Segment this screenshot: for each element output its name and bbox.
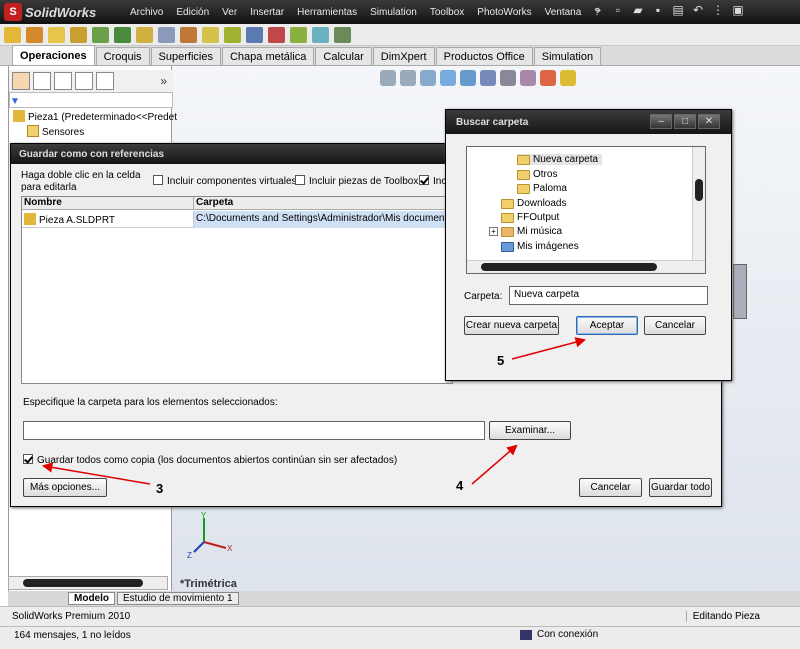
arrow-5 (511, 337, 587, 360)
annotation-number-3: 3 (156, 481, 164, 496)
arrow-4 (471, 444, 518, 485)
arrow-3 (41, 462, 151, 485)
annotation-number-5: 5 (497, 353, 505, 368)
annotation-number-4: 4 (456, 478, 464, 493)
annotation-overlay (41, 337, 587, 485)
